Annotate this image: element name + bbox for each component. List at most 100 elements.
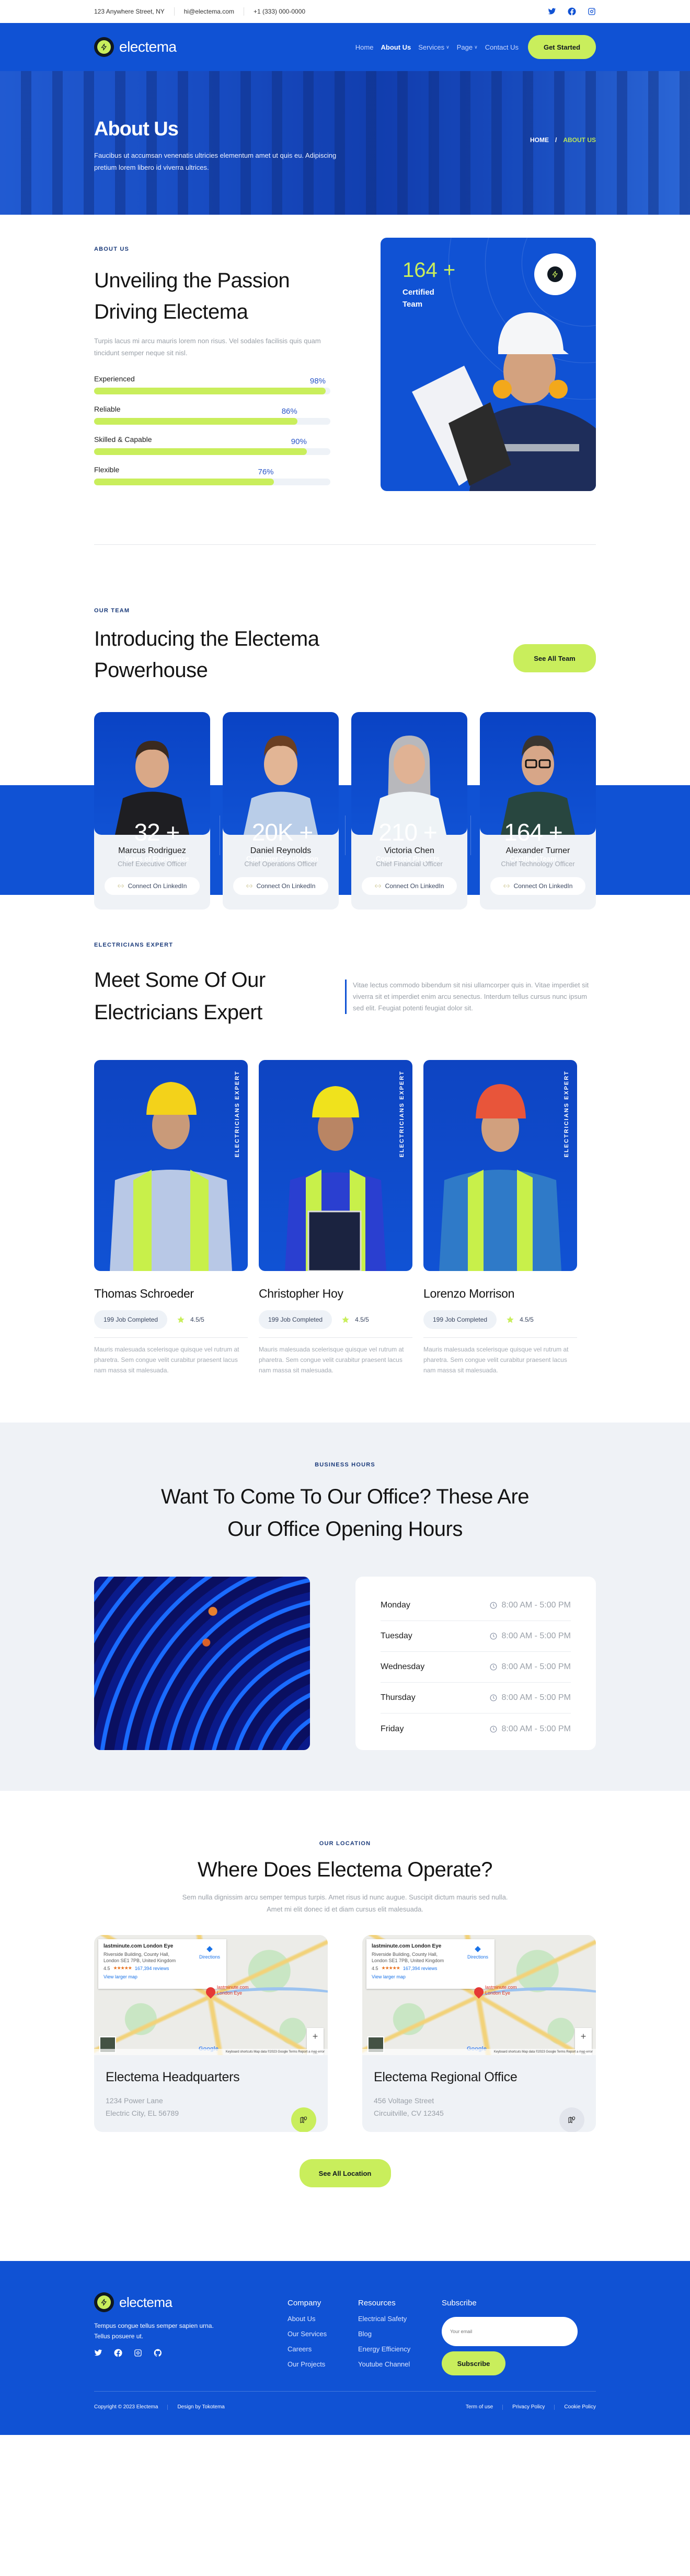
footer: electema Tempus congue tellus semper sap… [0, 2261, 690, 2435]
top-bar: 123 Anywhere Street, NY hi@electema.com … [0, 0, 690, 23]
nav-contact-us[interactable]: Contact Us [485, 43, 519, 51]
map-reviews-link[interactable]: 167,394 reviews [135, 1966, 169, 1971]
view-larger-map-link[interactable]: View larger map [104, 1974, 221, 1979]
section-eyebrow: OUR LOCATION [319, 1840, 371, 1847]
stat-label: Customer Satisfaction [246, 854, 318, 862]
section-eyebrow: ABOUT US [94, 246, 130, 252]
twitter-icon[interactable] [94, 2349, 102, 2357]
stats-band: 32 + Years of Experience 20K + Customer Sa… [0, 785, 690, 895]
rating-value: 4.5/5 [190, 1316, 204, 1323]
stat-label: Years of Experience [124, 854, 189, 862]
office-address-line2: Circuitville, CV 12345 [374, 2109, 444, 2117]
map-stars: ★★★★★ [113, 1965, 132, 1971]
skill-percent: 76% [258, 468, 274, 476]
rating: 4.5/5 [341, 1315, 369, 1324]
footer-link[interactable]: Our Services [288, 2330, 358, 2338]
expert-card: ELECTRICIANS EXPERT Thomas Schroeder 199… [94, 1060, 248, 1376]
footer-link[interactable]: Blog [358, 2330, 442, 2338]
github-icon[interactable] [154, 2349, 162, 2357]
skill-label: Reliable [94, 405, 121, 413]
map-location-button[interactable] [291, 2107, 316, 2132]
star-icon [177, 1316, 185, 1323]
rating: 4.5/5 [177, 1315, 204, 1324]
footer-link[interactable]: Our Projects [288, 2360, 358, 2368]
star-icon [342, 1316, 349, 1323]
email-link[interactable]: hi@electema.com [184, 8, 234, 15]
twitter-icon[interactable] [548, 7, 556, 16]
subscribe-button[interactable]: Subscribe [442, 2351, 505, 2375]
directions-button[interactable]: Directions [467, 1945, 488, 1960]
breadcrumb: HOME / ABOUT US [530, 136, 596, 144]
worker-photo [412, 312, 596, 491]
section-divider [94, 544, 596, 545]
business-hours-section: BUSINESS HOURS Want To Come To Our Offic… [0, 1423, 690, 1791]
breadcrumb-home[interactable]: HOME [530, 136, 549, 144]
clock-icon [490, 1663, 497, 1671]
map-rating: 4.5 [372, 1965, 378, 1971]
nav-services[interactable]: Services ∨ [418, 43, 449, 51]
zoom-in-button[interactable]: + [581, 2031, 586, 2042]
phone-link[interactable]: +1 (333) 000-0000 [254, 8, 305, 15]
view-larger-map-link[interactable]: View larger map [372, 1974, 489, 1979]
footer-logo[interactable]: electema [94, 2292, 288, 2312]
stat-number: 164 + [504, 818, 562, 846]
brand-name: electema [119, 2294, 172, 2310]
map-place-address: Riverside Building, County Hall, London … [372, 1952, 444, 1963]
day-label: Friday [381, 1724, 404, 1733]
section-eyebrow: OUR TEAM [94, 608, 130, 614]
footer-bottom-bar: Copyright © 2023 Electema Design by Toko… [94, 2391, 596, 2422]
nav-about-us[interactable]: About Us [381, 43, 411, 51]
footer-link[interactable]: Energy Efficiency [358, 2345, 442, 2353]
star-icon [507, 1316, 514, 1323]
directions-icon [475, 1946, 481, 1952]
see-all-team-button[interactable]: See All Team [513, 644, 596, 672]
nav-home[interactable]: Home [355, 43, 374, 51]
expert-description: Mauris malesuada scelerisque quisque vel… [94, 1346, 239, 1374]
expert-vertical-label: ELECTRICIANS EXPERT [399, 1070, 405, 1158]
divider [502, 2404, 503, 2410]
time-text: 8:00 AM - 5:00 PM [501, 1662, 571, 1671]
time-range: 8:00 AM - 5:00 PM [490, 1601, 571, 1610]
day-label: Tuesday [381, 1631, 412, 1640]
instagram-icon[interactable] [588, 7, 596, 16]
rating: 4.5/5 [506, 1315, 534, 1324]
section-title: Want To Come To Our Office? These Are Ou… [160, 1485, 530, 1541]
email-input[interactable] [442, 2317, 578, 2346]
progress-fill [94, 448, 307, 455]
instagram-icon[interactable] [134, 2349, 142, 2357]
privacy-link[interactable]: Privacy Policy [512, 2404, 545, 2410]
map-pin-label: lastminute.com London Eye [485, 1985, 517, 1996]
skill-percent: 86% [281, 407, 297, 416]
stat-number: 32 + [134, 818, 180, 846]
footer-link[interactable]: Careers [288, 2345, 358, 2353]
expert-card: ELECTRICIANS EXPERT Christopher Hoy 199 … [259, 1060, 412, 1376]
cookie-link[interactable]: Cookie Policy [564, 2404, 596, 2410]
facebook-icon[interactable] [114, 2349, 122, 2357]
expert-photo: ELECTRICIANS EXPERT [423, 1060, 577, 1271]
time-range: 8:00 AM - 5:00 PM [490, 1693, 571, 1703]
skill-label: Flexible [94, 465, 120, 474]
see-all-location-button[interactable]: See All Location [299, 2159, 391, 2187]
nav-label: About Us [381, 43, 411, 51]
hours-row: Wednesday 8:00 AM - 5:00 PM [381, 1652, 571, 1683]
office-name: Electema Headquarters [106, 2070, 240, 2084]
embedded-map[interactable]: lastminute.com London Eye Riverside Buil… [362, 1935, 596, 2055]
footer-link[interactable]: Youtube Channel [358, 2360, 442, 2368]
map-attribution: Keyboard shortcuts Map data ©2023 Google… [362, 2049, 596, 2055]
day-label: Wednesday [381, 1662, 425, 1671]
directions-label: Directions [467, 1954, 488, 1960]
map-reviews-link[interactable]: 167,394 reviews [403, 1966, 438, 1971]
footer-link[interactable]: Electrical Safety [358, 2315, 442, 2323]
footer-link[interactable]: About Us [288, 2315, 358, 2323]
brand-logo[interactable]: electema [94, 37, 177, 57]
terms-link[interactable]: Term of use [466, 2404, 493, 2410]
zoom-in-button[interactable]: + [313, 2031, 318, 2042]
nav-page[interactable]: Page ∨ [457, 43, 478, 51]
embedded-map[interactable]: lastminute.com London Eye Riverside Buil… [94, 1935, 328, 2055]
main-nav: Home About Us Services ∨ Page ∨ Contact Us [355, 43, 519, 51]
directions-button[interactable]: Directions [199, 1945, 220, 1960]
map-location-button[interactable] [559, 2107, 584, 2132]
office-card: lastminute.com London Eye Riverside Buil… [362, 1935, 596, 2132]
facebook-icon[interactable] [568, 7, 576, 16]
get-started-button[interactable]: Get Started [528, 35, 596, 59]
